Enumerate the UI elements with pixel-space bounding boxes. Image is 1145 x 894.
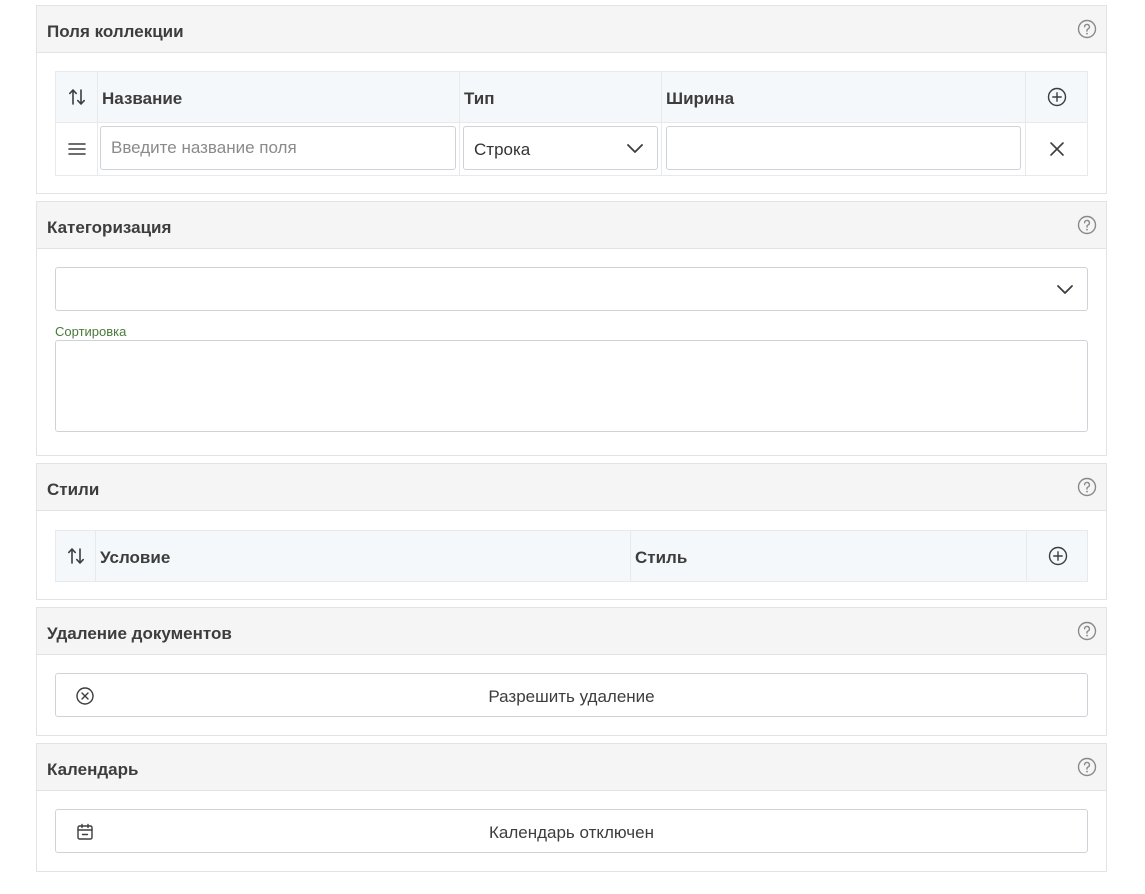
sort-arrows-icon[interactable]: [66, 546, 86, 566]
sort-textarea[interactable]: [55, 340, 1088, 432]
name-column-header: Название: [98, 72, 460, 122]
panel-title: Категоризация: [47, 218, 172, 237]
column-label: Стиль: [635, 548, 688, 567]
table-header: Условие Стиль: [56, 531, 1087, 581]
calendar-toggle-button[interactable]: Календарь отключен: [55, 809, 1088, 853]
add-field-cell[interactable]: [1026, 72, 1088, 122]
help-icon[interactable]: [1077, 621, 1097, 641]
calendar-panel: Календарь Календарь отключен: [36, 743, 1107, 872]
fields-table: Название Тип Ширина Введите название пол…: [55, 71, 1088, 176]
table-row: Строка: [56, 123, 1087, 175]
help-icon[interactable]: [1077, 477, 1097, 497]
sort-column-header[interactable]: [56, 531, 96, 581]
button-label: Разрешить удаление: [488, 687, 655, 706]
type-column-header: Тип: [460, 72, 662, 122]
sort-column-header[interactable]: [56, 72, 98, 122]
plus-circle-icon[interactable]: [1047, 87, 1067, 107]
style-column-header: Стиль: [631, 531, 1027, 581]
select-value: Строка: [474, 140, 531, 159]
width-column-header: Ширина: [662, 72, 1026, 122]
name-cell: [98, 123, 460, 175]
remove-cell[interactable]: [1026, 123, 1088, 175]
help-icon[interactable]: [1077, 757, 1097, 777]
chevron-down-icon[interactable]: [1056, 283, 1074, 295]
panel-header: Стили: [37, 464, 1106, 511]
field-name-input[interactable]: [100, 126, 456, 170]
field-width-input[interactable]: [666, 126, 1021, 170]
field-type-select[interactable]: Строка: [463, 126, 658, 170]
column-label: Условие: [100, 548, 171, 567]
column-label: Тип: [464, 89, 495, 108]
panel-header: Календарь: [37, 744, 1106, 791]
help-icon[interactable]: [1077, 215, 1097, 235]
panel-title: Стили: [47, 480, 100, 499]
collection-fields-panel: Поля коллекции Название Тип Ширина Введи…: [36, 5, 1107, 194]
panel-title: Удаление документов: [47, 624, 232, 643]
chevron-down-icon[interactable]: [626, 142, 644, 154]
width-cell: [662, 123, 1026, 175]
panel-title: Календарь: [47, 760, 139, 779]
drag-cell[interactable]: [56, 123, 98, 175]
column-label: Ширина: [666, 89, 735, 108]
drag-handle-icon[interactable]: [67, 141, 87, 157]
column-label: Название: [102, 89, 183, 108]
add-style-cell[interactable]: [1027, 531, 1088, 581]
help-icon[interactable]: [1077, 19, 1097, 39]
plus-circle-icon[interactable]: [1048, 546, 1068, 566]
styles-table: Условие Стиль: [55, 530, 1088, 582]
panel-header: Удаление документов: [37, 608, 1106, 655]
button-label: Календарь отключен: [488, 823, 655, 842]
table-header: Название Тип Ширина: [56, 72, 1087, 123]
panel-header: Поля коллекции: [37, 6, 1106, 53]
panel-title: Поля коллекции: [47, 22, 184, 41]
sort-arrows-icon[interactable]: [67, 87, 87, 107]
condition-column-header: Условие: [96, 531, 631, 581]
sort-label: Сортировка: [55, 324, 127, 339]
close-icon[interactable]: [1049, 141, 1065, 157]
categorization-select[interactable]: [55, 267, 1088, 311]
categorization-panel: Категоризация Сортировка: [36, 201, 1107, 456]
type-cell: Строка: [460, 123, 662, 175]
styles-panel: Стили Условие Стиль: [36, 463, 1107, 600]
document-deletion-panel: Удаление документов Разрешить удаление: [36, 607, 1107, 736]
allow-deletion-button[interactable]: Разрешить удаление: [55, 673, 1088, 717]
panel-header: Категоризация: [37, 202, 1106, 249]
